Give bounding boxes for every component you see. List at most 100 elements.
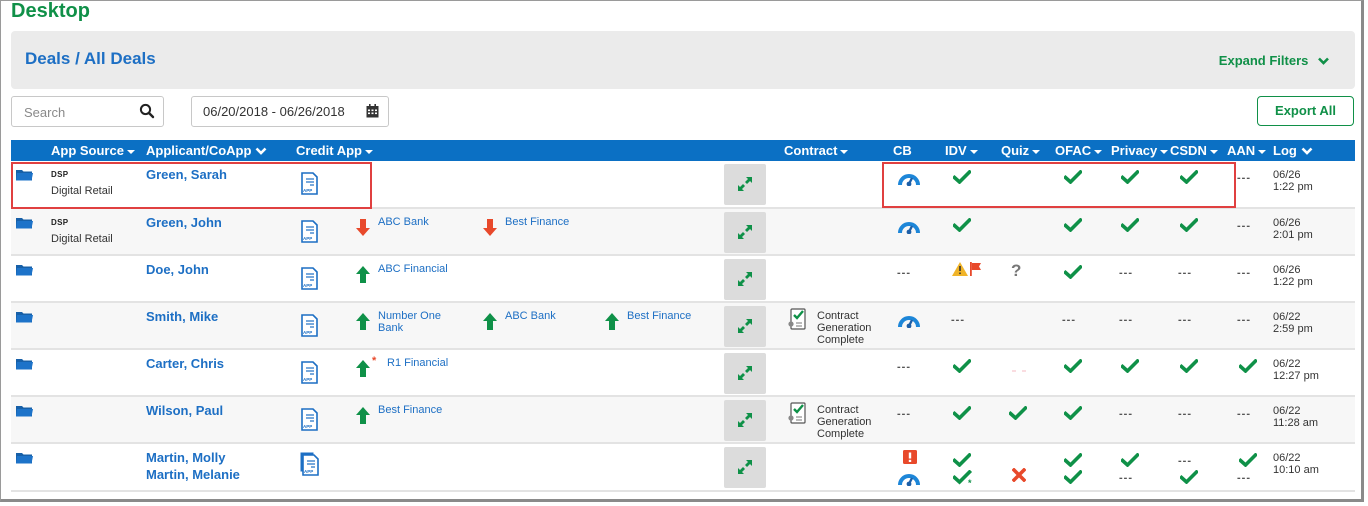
check-icon[interactable] xyxy=(1062,358,1084,376)
lender-link[interactable]: ABC Financial xyxy=(378,263,488,275)
check-icon[interactable] xyxy=(951,169,973,187)
lender-link[interactable]: R1 Financial xyxy=(387,357,497,369)
folder-icon[interactable] xyxy=(16,264,33,276)
breadcrumb[interactable]: Deals / All Deals xyxy=(25,49,156,69)
column-header-applicant[interactable]: Applicant/CoApp xyxy=(146,140,296,161)
table-row[interactable]: Doe, John APP ABC Financial ---? --- --- --- 06… xyxy=(11,255,1355,303)
credit-gauge-icon[interactable] xyxy=(898,472,920,489)
folder-icon[interactable] xyxy=(16,452,33,464)
expand-deal-button[interactable] xyxy=(724,306,766,347)
check-icon[interactable] xyxy=(951,358,973,376)
expand-filters-button[interactable]: Expand Filters xyxy=(1219,53,1329,68)
alert-icon[interactable] xyxy=(903,450,917,467)
log-timestamp[interactable]: 06/22 2:59 pm xyxy=(1273,311,1313,335)
expand-deal-button[interactable] xyxy=(724,447,766,488)
check-icon[interactable] xyxy=(1178,358,1200,376)
column-header-idv[interactable]: IDV xyxy=(943,140,999,161)
credit-app-icon[interactable]: APP xyxy=(300,267,319,291)
column-header-csdn[interactable]: CSDN xyxy=(1170,140,1227,161)
table-row[interactable]: Martin, Molly Martin, Melanie APP * --- --- --… xyxy=(11,443,1355,492)
export-all-button[interactable]: Export All xyxy=(1257,96,1354,126)
column-header-log[interactable]: Log xyxy=(1271,140,1355,161)
applicant-link[interactable]: Martin, Molly xyxy=(146,449,240,466)
table-row[interactable]: Wilson, Paul APP Best Finance Contract Gene… xyxy=(11,396,1355,444)
contract-complete-icon[interactable] xyxy=(788,308,806,330)
check-icon[interactable] xyxy=(1119,358,1141,376)
column-header-app-source[interactable]: App Source xyxy=(51,140,146,161)
check-icon[interactable] xyxy=(1178,217,1200,235)
applicant-link[interactable]: Green, Sarah xyxy=(146,166,227,183)
log-timestamp[interactable]: 06/22 10:10 am xyxy=(1273,452,1319,476)
search-field[interactable] xyxy=(11,96,164,127)
credit-gauge-icon[interactable] xyxy=(898,314,920,331)
log-timestamp[interactable]: 06/22 11:28 am xyxy=(1273,405,1318,429)
credit-gauge-icon[interactable] xyxy=(898,172,920,189)
check-icon[interactable] xyxy=(1007,405,1029,423)
question-icon[interactable]: ? xyxy=(1011,261,1023,281)
check-icon[interactable] xyxy=(1237,358,1259,376)
applicant-link[interactable]: Martin, Melanie xyxy=(146,466,240,483)
credit-gauge-icon[interactable] xyxy=(898,220,920,237)
folder-icon[interactable] xyxy=(16,169,33,181)
check-star-icon[interactable]: * xyxy=(951,469,975,489)
check-icon[interactable] xyxy=(1062,405,1084,423)
credit-app-icon[interactable]: APP xyxy=(300,314,319,338)
credit-app-icon[interactable]: APP xyxy=(300,361,319,385)
column-header-aan[interactable]: AAN xyxy=(1227,140,1271,161)
column-header-credit-app[interactable]: Credit App xyxy=(296,140,723,161)
check-icon[interactable] xyxy=(1178,169,1200,187)
date-range-picker[interactable]: 06/20/2018 - 06/26/2018 xyxy=(191,96,389,127)
table-row[interactable]: DSP Digital Retail Green, John APP ABC Bank B… xyxy=(11,208,1355,256)
applicant-link[interactable]: Carter, Chris xyxy=(146,355,224,372)
lender-link[interactable]: ABC Bank xyxy=(378,216,488,228)
lender-link[interactable]: Best Finance xyxy=(505,216,615,228)
log-timestamp[interactable]: 06/26 1:22 pm xyxy=(1273,264,1313,288)
log-timestamp[interactable]: 06/26 1:22 pm xyxy=(1273,169,1313,193)
credit-app-icon[interactable]: APP xyxy=(300,408,319,432)
check-icon[interactable] xyxy=(951,217,973,235)
check-icon[interactable] xyxy=(1119,452,1141,470)
check-icon[interactable] xyxy=(1062,217,1084,235)
calendar-icon[interactable] xyxy=(366,104,379,118)
check-icon[interactable] xyxy=(1237,452,1259,470)
lender-link[interactable]: Best Finance xyxy=(378,404,488,416)
column-header-contract[interactable]: Contract xyxy=(784,140,888,161)
check-icon[interactable] xyxy=(1119,217,1141,235)
column-header-privacy[interactable]: Privacy xyxy=(1111,140,1170,161)
applicant-link[interactable]: Wilson, Paul xyxy=(146,402,223,419)
check-icon[interactable] xyxy=(1178,469,1200,487)
column-header-ofac[interactable]: OFAC xyxy=(1055,140,1111,161)
check-icon[interactable] xyxy=(1062,452,1084,470)
applicant-link[interactable]: Doe, John xyxy=(146,261,209,278)
applicant-link[interactable]: Smith, Mike xyxy=(146,308,218,325)
table-row[interactable]: DSP Digital Retail Green, Sarah APP --- 06/26… xyxy=(11,161,1355,209)
check-icon[interactable] xyxy=(1062,469,1084,487)
expand-deal-button[interactable] xyxy=(724,212,766,253)
check-icon[interactable] xyxy=(1119,169,1141,187)
expand-deal-button[interactable] xyxy=(724,164,766,205)
credit-app-multi-icon[interactable]: APP xyxy=(300,452,319,476)
search-input[interactable] xyxy=(22,104,132,121)
check-icon[interactable] xyxy=(951,405,973,423)
log-timestamp[interactable]: 06/22 12:27 pm xyxy=(1273,358,1319,382)
check-icon[interactable] xyxy=(1062,264,1084,282)
check-icon[interactable] xyxy=(1062,169,1084,187)
contract-complete-icon[interactable] xyxy=(788,402,806,424)
warning-flag-icon[interactable] xyxy=(952,262,982,279)
folder-icon[interactable] xyxy=(16,217,33,229)
table-row[interactable]: Smith, Mike APP Number One Bank ABC Bank Bes… xyxy=(11,302,1355,350)
applicant-link[interactable]: Green, John xyxy=(146,214,222,231)
expand-deal-button[interactable] xyxy=(724,400,766,441)
lender-link[interactable]: Number One Bank xyxy=(378,310,450,334)
log-timestamp[interactable]: 06/26 2:01 pm xyxy=(1273,217,1313,241)
expand-deal-button[interactable] xyxy=(724,353,766,394)
table-row[interactable]: Carter, Chris APP * R1 Financial --- 06/22 12:… xyxy=(11,349,1355,397)
folder-icon[interactable] xyxy=(16,405,33,417)
credit-app-icon[interactable]: APP xyxy=(300,172,319,196)
search-icon[interactable] xyxy=(139,103,155,119)
lender-link[interactable]: ABC Bank xyxy=(505,310,615,322)
folder-icon[interactable] xyxy=(16,358,33,370)
column-header-cb[interactable]: CB xyxy=(888,140,943,161)
column-header-quiz[interactable]: Quiz xyxy=(999,140,1055,161)
folder-icon[interactable] xyxy=(16,311,33,323)
